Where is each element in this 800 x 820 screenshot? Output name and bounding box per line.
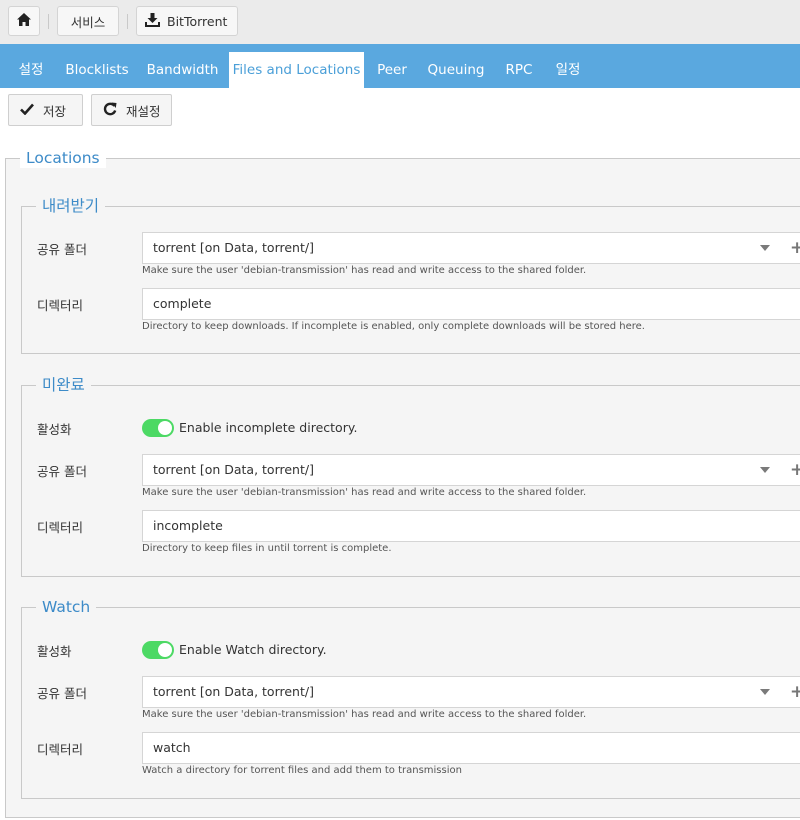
shared-folder-help: Make sure the user 'debian-transmission'… (142, 265, 587, 276)
watch-legend: Watch (36, 597, 97, 617)
directory-help: Directory to keep downloads. If incomple… (142, 321, 645, 332)
watch-enable-toggle[interactable] (142, 641, 174, 659)
directory-value: watch (153, 740, 191, 755)
incomplete-fieldset: 미완료 활성화 Enable incomplete directory. 공유 … (21, 375, 800, 577)
download-fieldset: 내려받기 공유 폴더 torrent [on Data, torrent/] +… (21, 196, 800, 354)
incomplete-enable-toggle[interactable] (142, 419, 174, 437)
breadcrumb-separator (48, 14, 49, 29)
breadcrumb-home-button[interactable] (8, 6, 40, 36)
chevron-down-icon[interactable] (760, 689, 770, 695)
tab-peer[interactable]: Peer (368, 52, 416, 88)
incomplete-directory-input[interactable]: incomplete (142, 510, 800, 542)
breadcrumb-bittorrent-label: BitTorrent (167, 13, 228, 29)
enable-label: 활성화 (37, 422, 72, 437)
toggle-knob (158, 421, 172, 435)
save-button-label: 저장 (43, 103, 67, 119)
directory-label: 디렉터리 (37, 520, 84, 535)
watch-fieldset: Watch 활성화 Enable Watch directory. 공유 폴더 … (21, 597, 800, 799)
watch-shared-folder-select[interactable]: torrent [on Data, torrent/] + (142, 676, 800, 708)
enable-label: 활성화 (37, 644, 72, 659)
breadcrumb-services-button[interactable]: 서비스 (57, 6, 119, 36)
locations-fieldset: Locations 내려받기 공유 폴더 torrent [on Data, t… (5, 148, 800, 818)
tab-blocklists[interactable]: Blocklists (58, 52, 136, 88)
directory-label: 디렉터리 (37, 298, 84, 313)
shared-folder-value: torrent [on Data, torrent/] (153, 240, 314, 255)
tab-bandwidth[interactable]: Bandwidth (140, 52, 225, 88)
tab-files-and-locations[interactable]: Files and Locations (229, 52, 364, 88)
shared-folder-help: Make sure the user 'debian-transmission'… (142, 487, 587, 498)
breadcrumb-services-label: 서비스 (70, 14, 106, 30)
incomplete-enable-text: Enable incomplete directory. (179, 420, 358, 435)
directory-value: complete (153, 296, 212, 311)
refresh-icon (92, 102, 126, 119)
add-icon[interactable]: + (790, 240, 800, 257)
tab-queuing[interactable]: Queuing (420, 52, 492, 88)
directory-help: Watch a directory for torrent files and … (142, 765, 462, 776)
shared-folder-label: 공유 폴더 (37, 686, 87, 701)
tab-settings[interactable]: 설정 (8, 52, 54, 88)
breadcrumb-separator (127, 14, 128, 29)
watch-directory-input[interactable]: watch (142, 732, 800, 764)
shared-folder-label: 공유 폴더 (37, 464, 87, 479)
download-shared-folder-select[interactable]: torrent [on Data, torrent/] + (142, 232, 800, 264)
chevron-down-icon[interactable] (760, 467, 770, 473)
shared-folder-help: Make sure the user 'debian-transmission'… (142, 709, 587, 720)
watch-enable-text: Enable Watch directory. (179, 642, 327, 657)
directory-help: Directory to keep files in until torrent… (142, 543, 392, 554)
download-tray-icon (145, 12, 167, 30)
save-button[interactable]: 저장 (8, 94, 83, 126)
add-icon[interactable]: + (790, 684, 800, 701)
incomplete-legend: 미완료 (36, 375, 91, 395)
check-icon (9, 103, 43, 118)
shared-folder-value: torrent [on Data, torrent/] (153, 462, 314, 477)
toggle-knob (158, 643, 172, 657)
shared-folder-label: 공유 폴더 (37, 242, 87, 257)
chevron-down-icon[interactable] (760, 245, 770, 251)
incomplete-shared-folder-select[interactable]: torrent [on Data, torrent/] + (142, 454, 800, 486)
shared-folder-value: torrent [on Data, torrent/] (153, 684, 314, 699)
locations-legend: Locations (20, 148, 106, 168)
tab-schedule[interactable]: 일정 (546, 52, 590, 88)
download-directory-input[interactable]: complete (142, 288, 800, 320)
tab-bar: 설정 Blocklists Bandwidth Files and Locati… (0, 44, 800, 88)
reset-button[interactable]: 재설정 (91, 94, 172, 126)
breadcrumb: 서비스 BitTorrent (0, 0, 800, 45)
add-icon[interactable]: + (790, 462, 800, 479)
download-legend: 내려받기 (36, 196, 106, 216)
home-icon (17, 13, 31, 29)
directory-value: incomplete (153, 518, 223, 533)
reset-button-label: 재설정 (126, 103, 161, 119)
tab-rpc[interactable]: RPC (496, 52, 542, 88)
breadcrumb-bittorrent-button[interactable]: BitTorrent (136, 6, 238, 36)
directory-label: 디렉터리 (37, 742, 84, 757)
